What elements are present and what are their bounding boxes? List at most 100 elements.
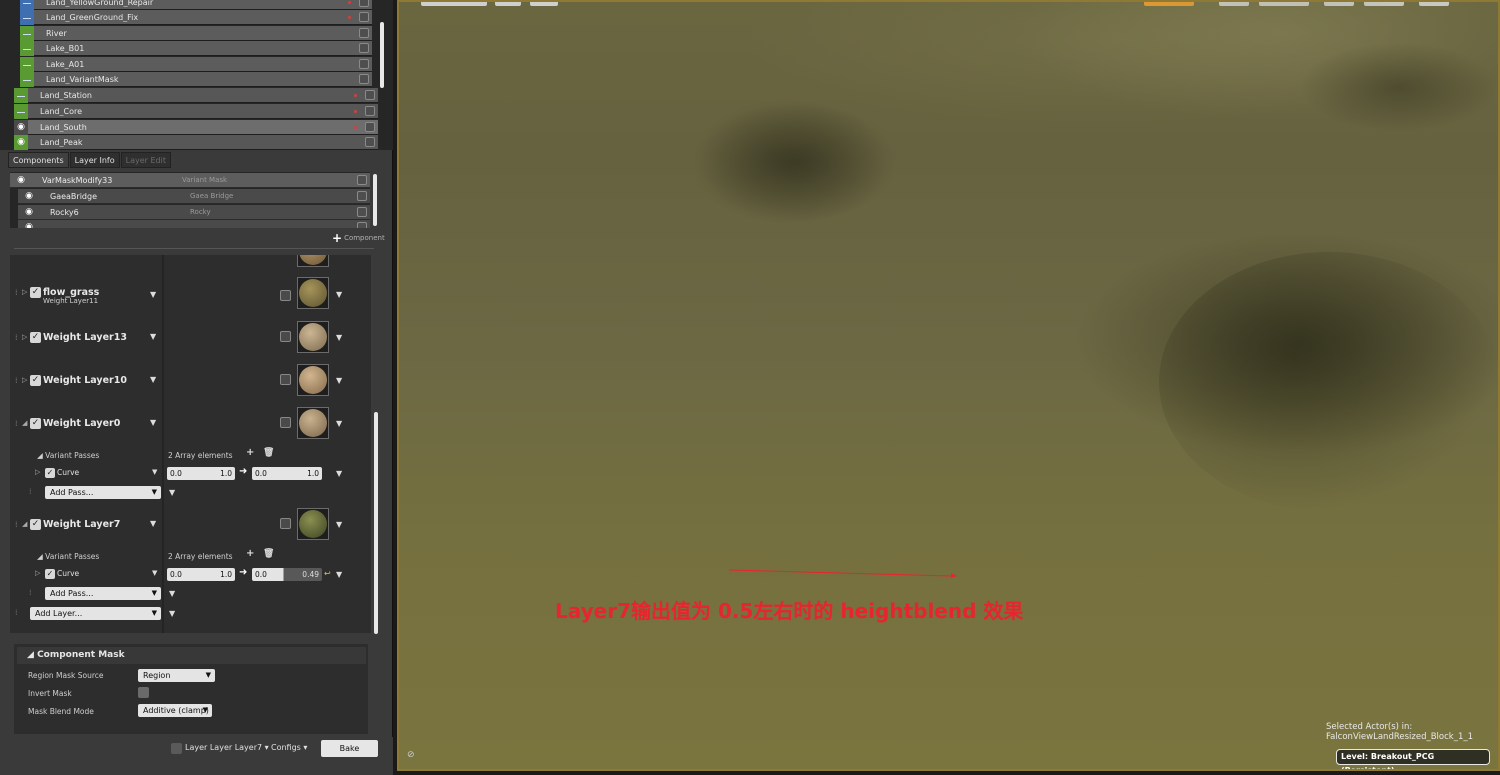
material-thumbnail[interactable] [297,407,329,439]
chevron-down-icon[interactable]: ▼ [336,333,342,342]
chevron-down-icon[interactable]: ▼ [169,609,175,618]
lock-square-icon[interactable] [357,175,367,185]
trash-icon[interactable]: 🗑 [263,448,274,458]
layer-type-icon[interactable] [14,103,28,119]
chevron-down-icon[interactable]: ▼ [336,376,342,385]
chevron-down-icon[interactable]: ▼ [150,290,156,299]
pass-enabled-checkbox[interactable]: ✓ [45,569,55,579]
layer-enabled-checkbox[interactable]: ✓ [30,519,41,530]
layer-row[interactable]: Lake_B01 [20,40,372,56]
drag-handle-icon[interactable]: ⁞ [29,487,32,496]
layer-row[interactable]: Land_VariantMask [20,71,372,87]
reset-square-icon[interactable] [280,331,291,342]
toolbar-button[interactable] [495,2,521,6]
lock-square-icon[interactable] [359,74,369,84]
expand-arrow-icon[interactable]: ▷ [35,468,40,476]
component-mask-header[interactable]: ◢ Component Mask [17,647,366,664]
lock-square-icon[interactable] [365,122,375,132]
layer-selector[interactable]: Layer Layer Layer7 ▾ [185,740,269,756]
layer-type-icon[interactable] [20,56,34,72]
eye-icon[interactable]: ◉ [18,220,40,228]
chevron-down-icon[interactable]: ▼ [336,570,342,579]
chevron-down-icon[interactable]: ▼ [152,468,157,476]
layer-row[interactable]: River [20,25,372,41]
lock-square-icon[interactable] [365,137,375,147]
collapse-arrow-icon[interactable]: ◢ [22,520,27,528]
lock-square-icon[interactable] [359,12,369,22]
lock-square-icon[interactable] [357,222,367,228]
trash-icon[interactable]: 🗑 [263,549,274,559]
layer-enabled-checkbox[interactable]: ✓ [30,418,41,429]
chevron-down-icon[interactable]: ▼ [169,488,175,497]
output-range-field[interactable]: 0.0 1.0 [252,467,322,480]
configs-menu[interactable]: Configs ▾ [271,740,307,756]
drag-handle-icon[interactable]: ⁞ [15,333,18,342]
reset-square-icon[interactable] [280,417,291,428]
add-layer-dropdown[interactable]: Add Layer... ▼ [30,607,161,620]
expand-arrow-icon[interactable]: ▷ [22,333,27,341]
layer-toggle-checkbox[interactable] [171,743,182,754]
details-scrollbar[interactable] [374,412,378,634]
layer-type-icon[interactable] [20,9,34,25]
chevron-down-icon[interactable]: ▼ [336,290,342,299]
tab-components[interactable]: Components [8,152,69,168]
chevron-down-icon[interactable]: ▼ [150,332,156,341]
bake-button[interactable]: Bake [321,740,378,757]
chevron-down-icon[interactable]: ▼ [336,520,342,529]
layer-list-scrollbar[interactable] [380,22,384,88]
reset-square-icon[interactable] [280,290,291,301]
level-viewport[interactable]: Layer7输出值为 0.5左右时的 heightblend 效果 Select… [397,0,1500,771]
eye-icon[interactable]: ◉ [18,189,40,204]
layer-row[interactable]: Land_Core [14,103,378,119]
collapse-arrow-icon[interactable]: ◢ [22,419,27,427]
chevron-down-icon[interactable]: ▼ [336,419,342,428]
lock-square-icon[interactable] [357,207,367,217]
curve-pass-row[interactable]: ▷ ✓ Curve ▼ [30,467,170,481]
layer-row[interactable]: ◉ Land_Peak [14,134,378,150]
input-range-field[interactable]: 0.0 1.0 [167,467,235,480]
drag-handle-icon[interactable]: ⁞ [15,419,18,428]
add-pass-dropdown[interactable]: Add Pass... ▼ [45,587,161,600]
output-range-field[interactable]: 0.0 0.49 [252,568,322,581]
drag-handle-icon[interactable]: ⁞ [15,608,18,617]
material-thumbnail[interactable] [297,277,329,309]
layer-type-icon[interactable] [20,71,34,87]
chevron-down-icon[interactable]: ▼ [336,469,342,478]
add-element-icon[interactable]: + [246,447,254,458]
eye-icon[interactable]: ◉ [14,119,28,135]
layer-row[interactable]: Land_YellowGround_Repair [20,0,372,10]
drag-handle-icon[interactable]: ⁞ [15,288,18,297]
drag-handle-icon[interactable]: ⁞ [29,588,32,597]
reset-arrow-icon[interactable]: ↩ [324,569,331,578]
layer-row[interactable]: ◉ Land_South [14,119,378,135]
add-component-button[interactable]: + Component [332,232,385,244]
chevron-down-icon[interactable]: ▼ [150,418,156,427]
layer-enabled-checkbox[interactable]: ✓ [30,332,41,343]
lock-square-icon[interactable] [359,43,369,53]
layer-row[interactable]: Land_Station [14,87,378,103]
eye-icon[interactable]: ◉ [14,134,28,150]
drag-handle-icon[interactable]: ⁞ [15,520,18,529]
lock-square-icon[interactable] [365,90,375,100]
input-range-field[interactable]: 0.0 1.0 [167,568,235,581]
expand-arrow-icon[interactable]: ▷ [35,569,40,577]
curve-pass-row[interactable]: ▷ ✓ Curve ▼ [30,568,170,582]
chevron-down-icon[interactable]: ▼ [150,375,156,384]
mask-blend-mode-dropdown[interactable]: Additive (clamp) ▼ [138,704,212,717]
lock-square-icon[interactable] [359,28,369,38]
layer-row[interactable]: Lake_A01 [20,56,372,72]
add-pass-dropdown[interactable]: Add Pass... ▼ [45,486,161,499]
component-list-scrollbar[interactable] [373,174,377,226]
chevron-down-icon[interactable]: ▼ [169,589,175,598]
pass-enabled-checkbox[interactable]: ✓ [45,468,55,478]
tab-layer-info[interactable]: Layer Info [69,152,120,168]
eye-icon[interactable]: ◉ [18,205,40,220]
material-thumbnail[interactable] [297,255,329,267]
layer-type-icon[interactable] [14,87,28,103]
lock-square-icon[interactable] [359,0,369,7]
layer-enabled-checkbox[interactable]: ✓ [30,287,41,298]
layer-type-icon[interactable] [20,40,34,56]
chevron-down-icon[interactable]: ▼ [152,569,157,577]
layer-type-icon[interactable] [20,0,34,10]
expand-arrow-icon[interactable]: ▷ [22,376,27,384]
